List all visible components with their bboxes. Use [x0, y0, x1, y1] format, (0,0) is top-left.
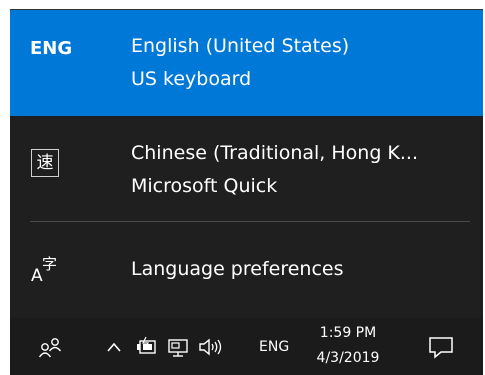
action-center-icon[interactable]	[427, 335, 455, 359]
chinese-input-icon: 速	[31, 149, 59, 177]
flyout-divider	[30, 221, 470, 222]
language-flyout: ENG English (United States) US keyboard …	[10, 9, 483, 318]
language-item-chinese[interactable]: 速 Chinese (Traditional, Hong K... Micros…	[10, 116, 483, 219]
language-preferences-link[interactable]: A 字 Language preferences	[10, 223, 483, 319]
language-item-text: English (United States) US keyboard	[131, 30, 349, 96]
language-name: Chinese (Traditional, Hong K...	[131, 142, 418, 164]
keyboard-name: US keyboard	[131, 68, 252, 90]
clock-date: 4/3/2019	[316, 350, 380, 366]
language-indicator[interactable]: ENG	[259, 339, 289, 355]
clock-time: 1:59 PM	[319, 325, 377, 341]
language-item-english[interactable]: ENG English (United States) US keyboard	[10, 10, 483, 116]
svg-text:字: 字	[42, 255, 57, 273]
taskbar: ENG 1:59 PM 4/3/2019	[10, 318, 483, 375]
people-icon[interactable]	[38, 335, 64, 359]
language-code: ENG	[30, 38, 73, 59]
chevron-up-icon[interactable]	[105, 335, 123, 359]
language-preferences-icon: A 字	[31, 255, 57, 285]
language-name: English (United States)	[131, 35, 350, 57]
language-item-text: Chinese (Traditional, Hong K... Microsof…	[131, 137, 418, 203]
network-icon[interactable]	[166, 335, 190, 359]
keyboard-name: Microsoft Quick	[131, 175, 278, 197]
clock[interactable]: 1:59 PM 4/3/2019	[316, 321, 380, 371]
battery-icon[interactable]	[135, 335, 159, 359]
speaker-icon[interactable]	[197, 335, 225, 359]
language-preferences-label: Language preferences	[131, 258, 344, 280]
